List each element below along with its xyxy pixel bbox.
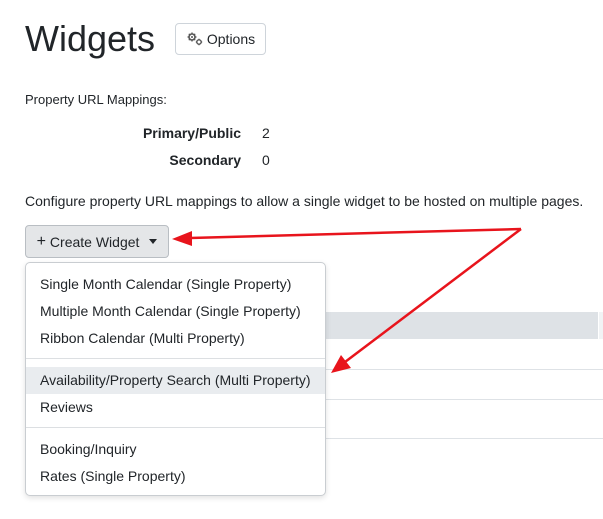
menu-item-reviews[interactable]: Reviews	[26, 394, 325, 421]
table-header-edge	[598, 312, 603, 339]
menu-divider	[26, 427, 325, 428]
menu-divider	[26, 358, 325, 359]
menu-item-single-month-calendar[interactable]: Single Month Calendar (Single Property)	[26, 271, 325, 298]
primary-public-value: 2	[262, 125, 270, 141]
page-title: Widgets	[25, 18, 156, 59]
menu-item-availability-search[interactable]: Availability/Property Search (Multi Prop…	[26, 367, 325, 394]
gears-icon	[187, 32, 203, 46]
arrow-head-icon	[331, 355, 351, 373]
table-header	[300, 312, 598, 339]
menu-item-ribbon-calendar[interactable]: Ribbon Calendar (Multi Property)	[26, 325, 325, 352]
mappings-heading: Property URL Mappings:	[25, 92, 167, 107]
menu-item-rates[interactable]: Rates (Single Property)	[26, 463, 325, 490]
table-row-divider	[300, 369, 603, 370]
menu-item-booking-inquiry[interactable]: Booking/Inquiry	[26, 436, 325, 463]
create-widget-label: Create Widget	[49, 233, 140, 250]
caret-down-icon	[149, 239, 158, 244]
annotation-arrow-to-item	[344, 228, 522, 363]
options-button[interactable]: Options	[175, 23, 266, 55]
secondary-value: 0	[262, 152, 270, 168]
mappings-description: Configure property URL mappings to allow…	[25, 193, 584, 209]
create-widget-menu: Single Month Calendar (Single Property) …	[25, 262, 326, 496]
secondary-label: Secondary	[169, 152, 241, 168]
plus-icon: +	[36, 232, 46, 250]
create-widget-button[interactable]: + Create Widget	[25, 225, 169, 258]
annotation-arrow-to-button	[189, 227, 522, 240]
table-row-divider	[300, 399, 603, 400]
arrow-head-icon	[172, 231, 192, 246]
menu-item-multiple-month-calendar[interactable]: Multiple Month Calendar (Single Property…	[26, 298, 325, 325]
table-row-divider	[300, 438, 603, 439]
options-label: Options	[206, 31, 256, 47]
primary-public-label: Primary/Public	[142, 125, 241, 141]
